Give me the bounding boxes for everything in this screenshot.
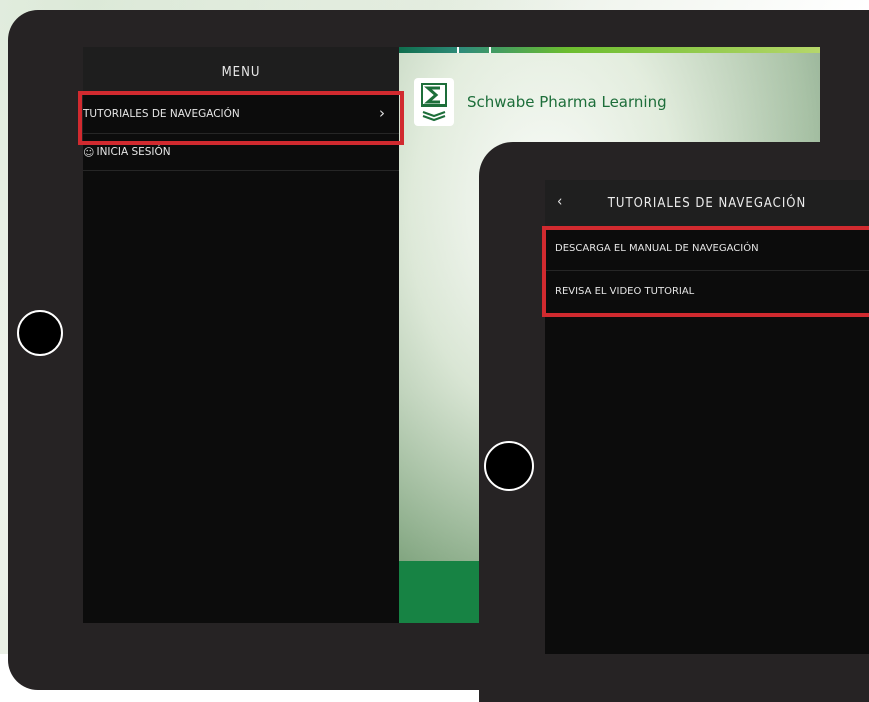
tutorials-title: TUTORIALES DE NAVEGACIÓN — [607, 196, 807, 211]
brand-title: Schwabe Pharma Learning — [467, 93, 667, 111]
highlight-box-menu-item — [78, 91, 404, 145]
tablet-home-button[interactable] — [17, 310, 63, 356]
tablet-home-button[interactable] — [484, 441, 534, 491]
menu-header: MENU — [83, 47, 399, 95]
menu-item-label: INICIA SESIÓN — [96, 146, 171, 158]
tutorials-nav-bar: ‹ TUTORIALES DE NAVEGACIÓN — [545, 180, 869, 228]
highlight-box-tutorial-items — [542, 226, 869, 317]
top-color-strip — [399, 47, 820, 53]
schwabe-logo — [414, 78, 454, 126]
user-icon: ☺ — [83, 145, 95, 159]
